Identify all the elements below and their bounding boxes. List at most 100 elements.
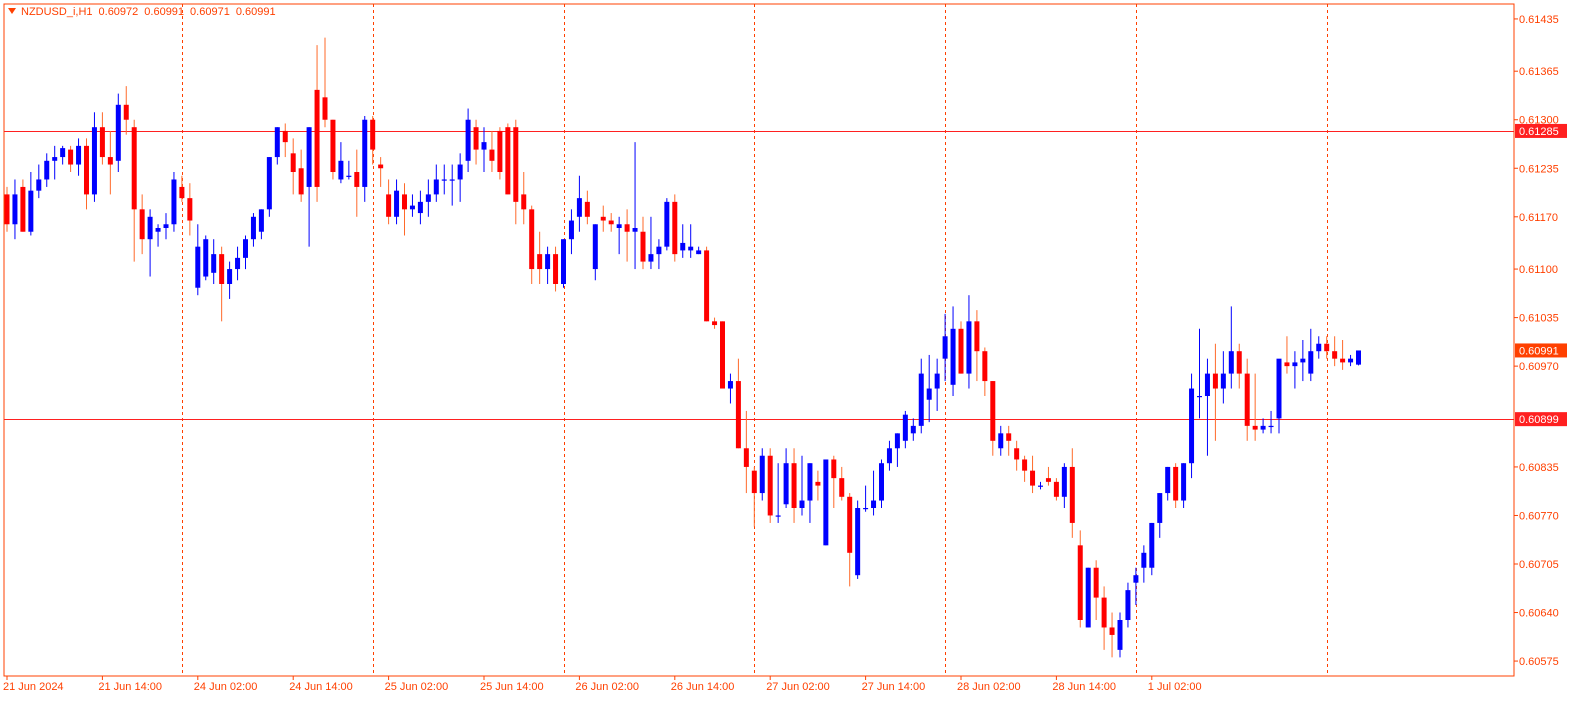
candle-body: [441, 179, 447, 181]
candle-body: [203, 239, 209, 277]
candle-body: [131, 127, 137, 210]
candle-body: [735, 381, 741, 449]
candle-body: [799, 500, 805, 508]
x-tick-label: 21 Jun 14:00: [98, 681, 162, 693]
candle-body: [20, 186, 26, 232]
candle-body: [1197, 396, 1202, 398]
candle-body: [322, 97, 328, 120]
candle-body: [720, 321, 725, 389]
candle-body: [624, 224, 630, 232]
candle-body: [926, 388, 932, 400]
candle-body: [219, 254, 225, 284]
candle-body: [1316, 343, 1322, 352]
candle-body: [195, 246, 201, 288]
level-price-label: 0.60899: [1519, 414, 1559, 426]
candle-body: [497, 130, 503, 172]
candle-body: [235, 257, 241, 270]
y-tick-label: 0.61435: [1519, 14, 1559, 26]
candle-body: [1204, 373, 1210, 396]
candle-body: [1109, 627, 1115, 635]
candle-body: [1324, 343, 1330, 352]
candle-body: [12, 194, 18, 225]
candle-body: [1069, 466, 1075, 523]
candle-body: [1014, 448, 1020, 460]
y-tick-label: 0.61235: [1519, 163, 1559, 175]
y-tick-label: 0.60705: [1519, 559, 1559, 571]
candle-body: [886, 448, 892, 464]
candle-body: [163, 224, 169, 228]
candle-body: [44, 160, 50, 180]
candle-body: [1157, 493, 1163, 523]
candle-body: [1006, 433, 1012, 441]
candle-body: [306, 127, 312, 187]
candlestick-chart[interactable]: 0.614350.613650.613000.612350.611700.611…: [0, 0, 1586, 708]
x-tick-label: 27 Jun 14:00: [862, 681, 926, 693]
candle-body: [489, 149, 495, 161]
candle-body: [1141, 552, 1147, 568]
candle-body: [775, 515, 781, 517]
candle-body: [751, 470, 757, 494]
candle-body: [592, 224, 598, 270]
candle-body: [250, 216, 256, 240]
candle-body: [187, 198, 193, 221]
candle-body: [1212, 373, 1218, 389]
candle-body: [465, 119, 471, 161]
candle-body: [314, 89, 320, 187]
candle-body: [1300, 358, 1306, 363]
candle-body: [783, 463, 789, 505]
candle-body: [696, 250, 702, 255]
y-tick-label: 0.60575: [1519, 656, 1559, 668]
candle-body: [902, 414, 908, 441]
candle-body: [1101, 597, 1107, 628]
candle-body: [378, 164, 384, 169]
candle-body: [505, 127, 511, 195]
y-tick-label: 0.61170: [1519, 212, 1558, 224]
candle-body: [545, 254, 551, 270]
candle-body: [211, 254, 217, 273]
candle-body: [942, 336, 948, 359]
candle-body: [139, 209, 145, 240]
candle-body: [52, 157, 58, 161]
current-price-label: 0.60991: [1519, 345, 1559, 357]
candle-body: [1292, 362, 1298, 367]
candle-body: [974, 321, 980, 352]
candle-body: [759, 455, 765, 494]
candle-body: [616, 224, 622, 228]
y-tick-label: 0.60835: [1519, 462, 1559, 474]
x-tick-label: 1 Jul 02:00: [1148, 681, 1202, 693]
candle-body: [409, 205, 415, 210]
plot-frame: [3, 3, 1515, 677]
candle-body: [855, 508, 861, 576]
candle-body: [1348, 358, 1354, 363]
candle-body: [425, 194, 431, 202]
candle-body: [712, 321, 718, 326]
y-tick-label: 0.60770: [1519, 510, 1559, 522]
candle-body: [1308, 351, 1314, 374]
candle-body: [584, 201, 590, 217]
chart-area[interactable]: NZDUSD_i,H1 0.60972 0.60991 0.60971 0.60991 …: [0, 0, 1586, 708]
candle-body: [258, 209, 264, 232]
candle-body: [346, 175, 352, 177]
candle-body: [871, 500, 877, 508]
candle-body: [28, 190, 34, 232]
candle-body: [1077, 545, 1083, 620]
x-tick-label: 26 Jun 14:00: [671, 681, 735, 693]
candle-body: [553, 254, 559, 284]
candle-body: [481, 142, 487, 150]
candle-body: [879, 463, 884, 501]
candle-body: [1356, 350, 1361, 365]
candle-body: [417, 201, 423, 214]
candle-body: [1276, 358, 1282, 419]
candle-body: [123, 104, 129, 120]
candle-body: [338, 160, 344, 180]
candle-body: [513, 127, 519, 202]
candle-body: [298, 168, 304, 195]
candle-body: [656, 246, 662, 255]
candle-body: [1284, 362, 1290, 367]
candle-body: [537, 254, 543, 270]
candle-body: [1252, 425, 1258, 430]
candle-body: [1030, 470, 1036, 486]
candle-body: [950, 328, 956, 385]
candle-body: [934, 373, 940, 389]
candle-body: [847, 496, 853, 553]
